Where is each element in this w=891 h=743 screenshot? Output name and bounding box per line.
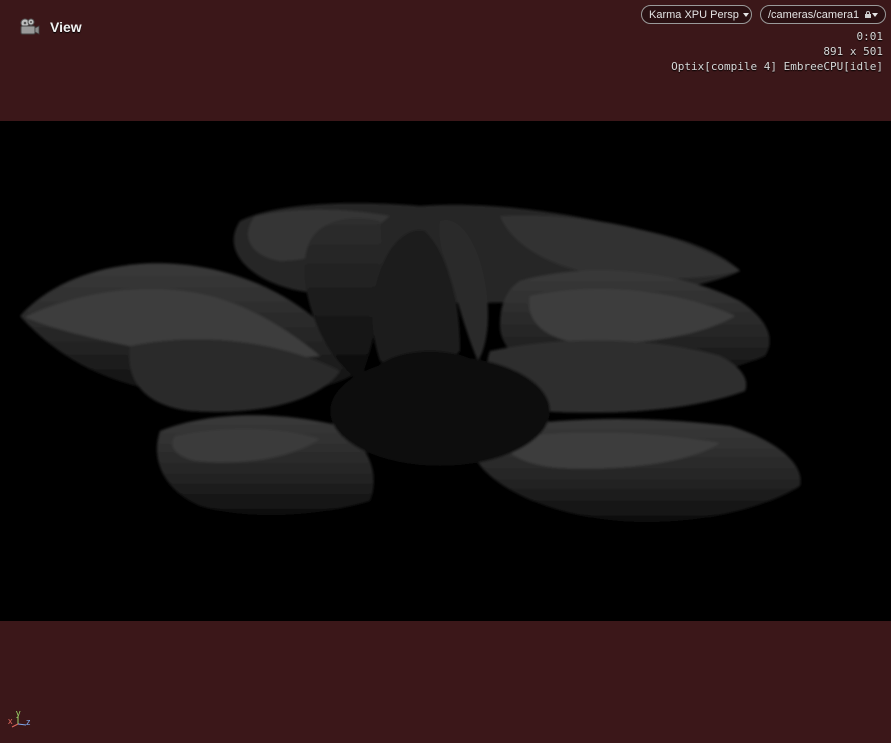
lock-icon (865, 11, 872, 18)
letterbox-bottom (0, 621, 891, 743)
render-image[interactable] (0, 121, 891, 621)
camera-path-label: /cameras/camera1 (768, 8, 860, 21)
renderer-dropdown[interactable]: Karma XPU Persp (641, 5, 752, 24)
camera-dropdown[interactable]: /cameras/camera1 (760, 5, 886, 24)
chevron-down-icon (872, 13, 878, 17)
render-stats: 0:01 891 x 501 Optix[compile 4] EmbreeCP… (671, 29, 883, 74)
view-menu[interactable]: View (16, 14, 82, 40)
render-resolution: 891 x 501 (823, 45, 883, 58)
render-time: 0:01 (856, 30, 884, 43)
view-title: View (50, 19, 82, 35)
viewport[interactable]: View Karma XPU Persp /cameras/camera1 0:… (0, 0, 891, 743)
axis-x-label: x (8, 716, 13, 726)
camera-icon (16, 15, 40, 39)
renderer-label: Karma XPU Persp (649, 8, 739, 21)
render-engines: Optix[compile 4] EmbreeCPU[idle] (671, 60, 883, 73)
axis-gizmo[interactable]: y x z (6, 708, 36, 732)
axis-z-label: z (26, 717, 31, 727)
flower-render (20, 203, 801, 522)
axis-y-label: y (16, 708, 21, 718)
chevron-down-icon (742, 13, 749, 17)
